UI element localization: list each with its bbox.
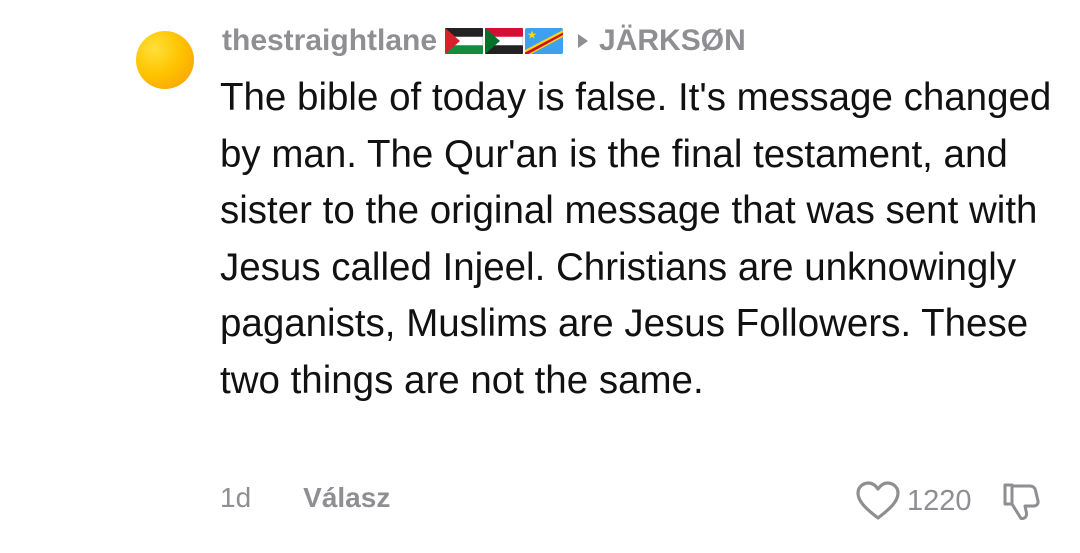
reply-button[interactable]: Válasz (303, 482, 390, 514)
comment-timestamp: 1d (220, 482, 252, 513)
flag-emojis (445, 28, 564, 54)
comment-actions: 1220 (855, 478, 1042, 524)
comment-header: thestraightlane JÄRKSØN (222, 22, 746, 60)
reply-to-username[interactable]: JÄRKSØN (599, 24, 746, 58)
thumbs-down-icon[interactable] (1000, 480, 1042, 522)
caret-right-icon (577, 33, 589, 49)
sudan-flag-icon (485, 28, 524, 54)
palestine-flag-icon (445, 28, 484, 54)
heart-icon[interactable] (855, 480, 901, 522)
comment-text: The bible of today is false. It's messag… (220, 76, 1052, 402)
like-count: 1220 (907, 484, 972, 517)
dr-congo-flag-icon (525, 28, 564, 54)
comment-item: thestraightlane JÄRKSØN The bible of tod… (0, 0, 1080, 553)
comment-meta: 1d Válasz (220, 480, 390, 516)
username[interactable]: thestraightlane (222, 24, 437, 58)
user-avatar[interactable] (136, 31, 194, 89)
